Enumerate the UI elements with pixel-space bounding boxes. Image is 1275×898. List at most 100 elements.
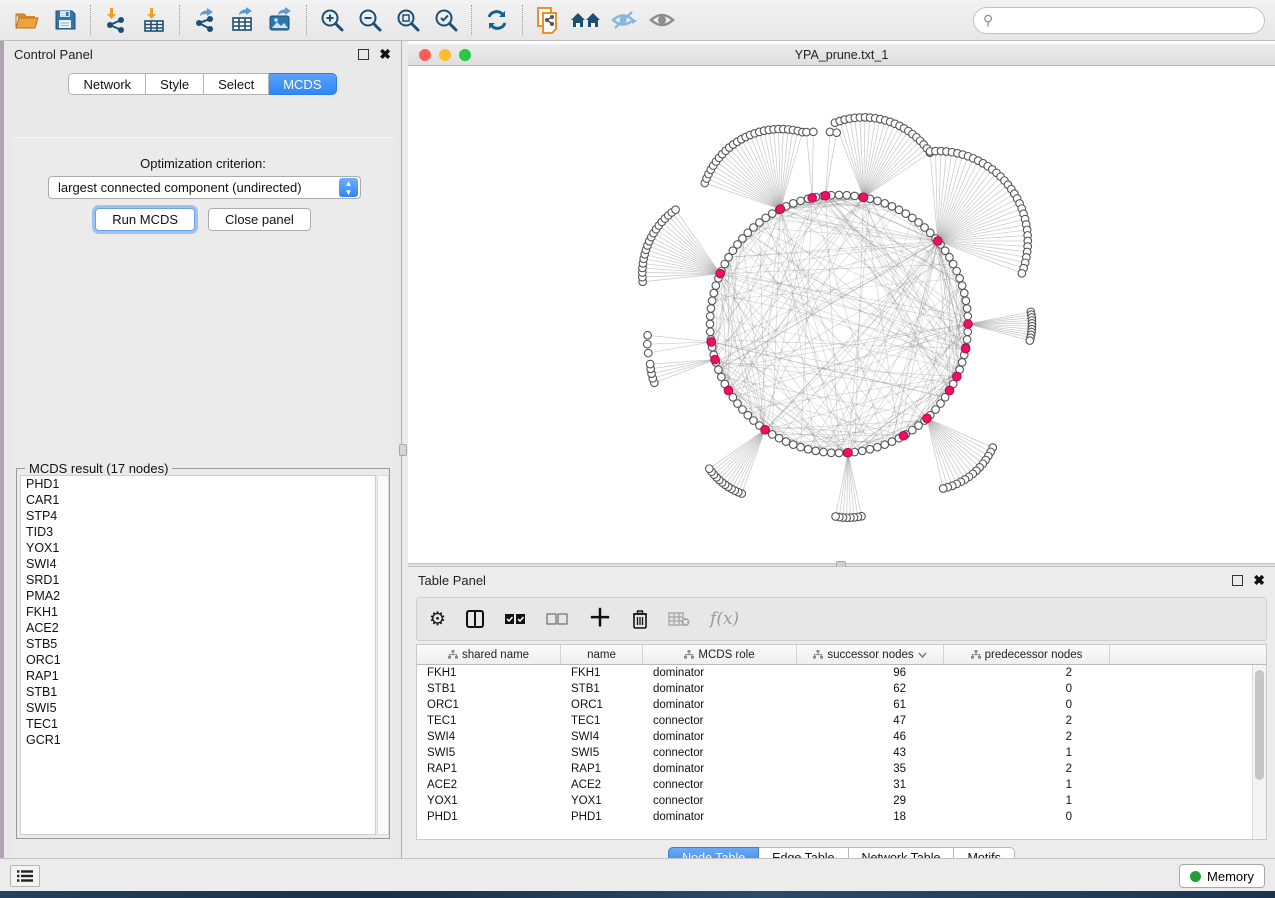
table-row[interactable]: FKH1FKH1dominator962 bbox=[417, 665, 1266, 681]
graph-node[interactable] bbox=[797, 197, 805, 205]
result-scrollbar[interactable] bbox=[377, 475, 389, 835]
result-node[interactable]: PHD1 bbox=[21, 476, 375, 492]
graph-node[interactable] bbox=[963, 305, 971, 313]
table-row[interactable]: PHD1PHD1dominator180 bbox=[417, 809, 1266, 825]
graph-leaf-node[interactable] bbox=[646, 360, 654, 368]
criterion-dropdown[interactable]: largest connected component (undirected)… bbox=[48, 176, 361, 199]
zoom-selected-icon[interactable] bbox=[427, 3, 465, 37]
graph-hub-node[interactable] bbox=[761, 425, 770, 434]
graph-hub-node[interactable] bbox=[707, 338, 716, 347]
column-header-MCDS-role[interactable]: MCDS role bbox=[643, 645, 797, 664]
graph-node[interactable] bbox=[958, 359, 966, 367]
graph-node[interactable] bbox=[835, 449, 843, 457]
graph-hub-node[interactable] bbox=[923, 414, 932, 423]
graph-leaf-node[interactable] bbox=[832, 513, 840, 521]
table-row[interactable]: RAP1RAP1dominator352 bbox=[417, 761, 1266, 777]
table-row[interactable]: YOX1YOX1connector291 bbox=[417, 793, 1266, 809]
graph-hub-node[interactable] bbox=[711, 355, 720, 364]
table-row[interactable]: SWI5SWI5connector431 bbox=[417, 745, 1266, 761]
graph-node[interactable] bbox=[710, 289, 718, 297]
graph-leaf-node[interactable] bbox=[643, 340, 651, 348]
show-all-icon[interactable] bbox=[643, 3, 681, 37]
graph-node[interactable] bbox=[707, 305, 715, 313]
graph-hub-node[interactable] bbox=[716, 269, 725, 278]
graph-node[interactable] bbox=[706, 320, 714, 328]
settings-gear-icon[interactable]: ⚙ bbox=[429, 608, 446, 631]
graph-node[interactable] bbox=[708, 297, 716, 305]
graph-hub-node[interactable] bbox=[808, 194, 817, 203]
select-all-icon[interactable] bbox=[504, 613, 526, 625]
duplicate-network-icon[interactable] bbox=[529, 3, 567, 37]
column-header-successor-nodes[interactable]: successor nodes bbox=[797, 645, 944, 664]
memory-button[interactable]: Memory bbox=[1179, 864, 1265, 888]
table-row[interactable]: SWI4SWI4dominator462 bbox=[417, 729, 1266, 745]
deselect-all-icon[interactable] bbox=[546, 613, 568, 625]
table-row[interactable]: ORC1ORC1dominator610 bbox=[417, 697, 1266, 713]
close-panel-icon[interactable]: ✖ bbox=[379, 46, 391, 63]
columns-icon[interactable] bbox=[466, 610, 484, 628]
graph-node[interactable] bbox=[804, 445, 812, 453]
graph-hub-node[interactable] bbox=[964, 320, 973, 329]
graph-node[interactable] bbox=[858, 447, 866, 455]
tab-select[interactable]: Select bbox=[204, 73, 269, 95]
column-header-shared-name[interactable]: shared name bbox=[417, 645, 561, 664]
graph-node[interactable] bbox=[843, 191, 851, 199]
column-header-predecessor-nodes[interactable]: predecessor nodes bbox=[944, 645, 1110, 664]
graph-node[interactable] bbox=[797, 443, 805, 451]
graph-node[interactable] bbox=[963, 336, 971, 344]
graph-node[interactable] bbox=[812, 447, 820, 455]
result-node[interactable]: TID3 bbox=[21, 524, 375, 540]
graph-node[interactable] bbox=[782, 438, 790, 446]
result-node[interactable]: ORC1 bbox=[21, 652, 375, 668]
graph-leaf-node[interactable] bbox=[706, 465, 714, 473]
first-neighbors-icon[interactable] bbox=[567, 3, 605, 37]
result-node[interactable]: GCR1 bbox=[21, 732, 375, 748]
zoom-fit-icon[interactable] bbox=[389, 3, 427, 37]
graph-node[interactable] bbox=[718, 373, 726, 381]
graph-node[interactable] bbox=[964, 312, 972, 320]
column-header-name[interactable]: name bbox=[561, 645, 643, 664]
graph-hub-node[interactable] bbox=[953, 372, 962, 381]
graph-node[interactable] bbox=[789, 200, 797, 208]
zoom-out-icon[interactable] bbox=[351, 3, 389, 37]
graph-node[interactable] bbox=[715, 366, 723, 374]
vertical-divider-handle[interactable] bbox=[399, 444, 407, 456]
result-node[interactable]: FKH1 bbox=[21, 604, 375, 620]
add-row-icon[interactable]: ＋ bbox=[588, 609, 612, 629]
table-row[interactable]: ACE2ACE2connector311 bbox=[417, 777, 1266, 793]
graph-node[interactable] bbox=[874, 197, 882, 205]
task-history-button[interactable] bbox=[10, 865, 40, 887]
graph-node[interactable] bbox=[958, 282, 966, 290]
tab-network[interactable]: Network bbox=[68, 73, 146, 95]
search-input[interactable] bbox=[993, 13, 1264, 28]
result-node[interactable]: PMA2 bbox=[21, 588, 375, 604]
export-image-icon[interactable] bbox=[262, 3, 300, 37]
graph-leaf-node[interactable] bbox=[939, 485, 947, 493]
graph-node[interactable] bbox=[712, 282, 720, 290]
close-panel-button[interactable]: Close panel bbox=[208, 208, 311, 231]
graph-node[interactable] bbox=[820, 448, 828, 456]
graph-hub-node[interactable] bbox=[899, 431, 908, 440]
graph-node[interactable] bbox=[888, 203, 896, 211]
result-node[interactable]: STP4 bbox=[21, 508, 375, 524]
tab-mcds[interactable]: MCDS bbox=[269, 73, 336, 95]
close-table-icon[interactable]: ✖ bbox=[1253, 572, 1265, 589]
table-row[interactable]: TEC1TEC1connector472 bbox=[417, 713, 1266, 729]
result-node[interactable]: TEC1 bbox=[21, 716, 375, 732]
table-row[interactable]: STB1STB1dominator620 bbox=[417, 681, 1266, 697]
graph-hub-node[interactable] bbox=[859, 193, 868, 202]
export-network-icon[interactable] bbox=[186, 3, 224, 37]
graph-node[interactable] bbox=[789, 441, 797, 449]
network-graph-canvas[interactable] bbox=[408, 66, 1275, 566]
save-icon[interactable] bbox=[46, 3, 84, 37]
run-mcds-button[interactable]: Run MCDS bbox=[95, 208, 195, 231]
graph-hub-node[interactable] bbox=[961, 344, 970, 353]
hide-selected-icon[interactable] bbox=[605, 3, 643, 37]
graph-hub-node[interactable] bbox=[945, 386, 954, 395]
export-table-icon[interactable] bbox=[224, 3, 262, 37]
graph-hub-node[interactable] bbox=[724, 386, 733, 395]
float-window-icon[interactable] bbox=[358, 49, 369, 60]
graph-node[interactable] bbox=[949, 260, 957, 268]
graph-leaf-node[interactable] bbox=[833, 129, 841, 137]
graph-node[interactable] bbox=[835, 191, 843, 199]
